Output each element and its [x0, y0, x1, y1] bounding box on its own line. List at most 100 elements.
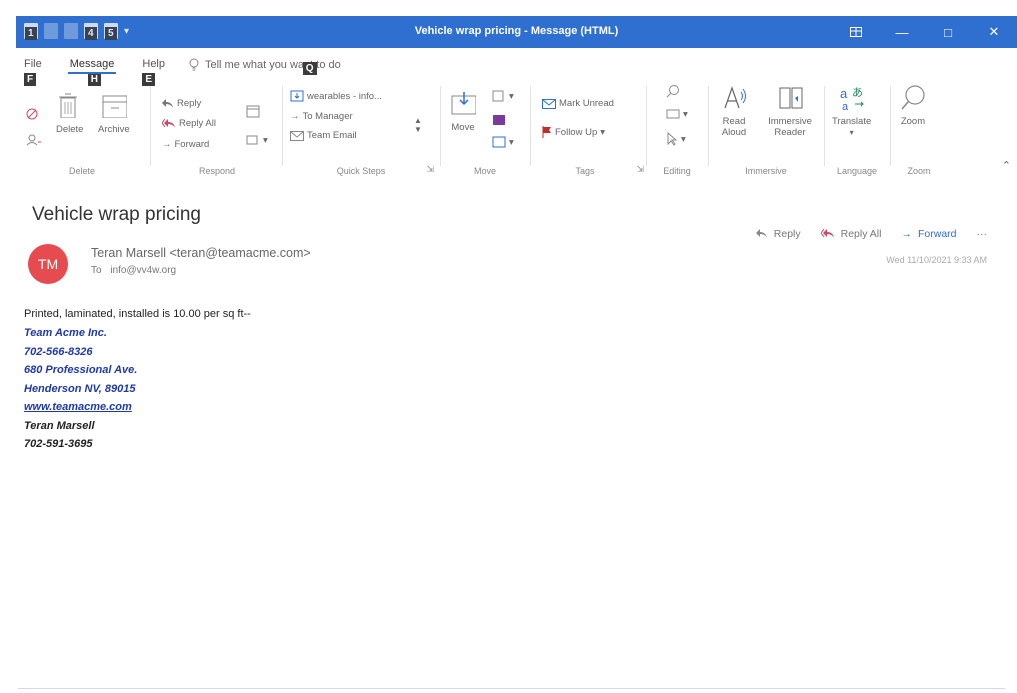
reply-all-button[interactable]: Reply All [162, 118, 216, 129]
ribbon-tabs: File F Message H Help E Tell me what you… [24, 58, 341, 86]
group-label-delete: Delete [68, 166, 95, 176]
tab-message[interactable]: Message H [67, 58, 117, 86]
maximize-button[interactable]: □ [925, 16, 971, 48]
ignore-icon[interactable] [26, 108, 38, 120]
translate-icon: a あa [840, 86, 864, 110]
move-label: Move [451, 122, 475, 133]
tab-file[interactable]: File F [24, 58, 42, 86]
tab-message-label: Message [69, 58, 115, 70]
signature-phone-2: 702-591-3695 [24, 438, 93, 450]
select-icon[interactable]: ▾ [666, 132, 686, 146]
svg-text:a: a [840, 86, 848, 101]
recipient-line: To info@vv4w.org [91, 265, 176, 276]
mark-unread-button[interactable]: Mark Unread [542, 98, 614, 109]
group-label-quick-steps: Quick Steps [336, 166, 386, 176]
quick-step-to-manager[interactable]: → To Manager [290, 111, 353, 122]
trash-icon [58, 93, 77, 118]
move-button[interactable]: Move [450, 90, 476, 133]
avatar-initials: TM [37, 256, 59, 272]
recipient-address[interactable]: info@vv4w.org [110, 265, 176, 276]
reply-icon [162, 98, 173, 108]
arrow-right-icon: → [290, 111, 300, 122]
group-label-editing: Editing [663, 166, 691, 176]
meeting-reply-icon[interactable] [246, 104, 260, 118]
collapse-ribbon-icon[interactable]: ⌃ [1002, 159, 1011, 172]
group-label-language: Language [836, 166, 878, 176]
svg-text:a: a [842, 101, 849, 110]
signature: Team Acme Inc. 702-566-8326 680 Professi… [24, 324, 251, 454]
avatar[interactable]: TM [28, 244, 68, 284]
read-aloud-button[interactable]: Read Aloud [718, 84, 750, 138]
minimize-button[interactable]: — [879, 16, 925, 48]
message-date: Wed 11/10/2021 9:33 AM [886, 255, 987, 265]
group-move: Move ▾ ▾ Move [444, 76, 526, 180]
message-body: Printed, laminated, installed is 10.00 p… [24, 308, 251, 454]
tell-me-text: Tell me what you want to do [205, 58, 341, 71]
translate-button[interactable]: aあa Translate ▾ [832, 84, 871, 138]
group-language: aあa Translate ▾ Language [828, 76, 886, 180]
more-actions-button[interactable]: ··· [977, 228, 988, 240]
archive-button[interactable]: Archive [98, 92, 130, 135]
to-label: To [91, 265, 102, 276]
find-icon[interactable] [666, 84, 680, 98]
signature-address-line1: 680 Professional Ave. [24, 364, 138, 376]
group-zoom: Zoom Zoom [894, 76, 944, 180]
quick-step-team-email[interactable]: Team Email [290, 130, 357, 141]
tab-file-label: File [24, 58, 42, 70]
quick-step-wearables-label: wearables - info... [307, 90, 382, 102]
message-forward-label: Forward [917, 228, 957, 240]
archive-icon [102, 95, 127, 118]
quick-steps-launcher-icon[interactable]: ⇲ [426, 164, 434, 175]
signature-website-link[interactable]: www.teamacme.com [24, 398, 251, 417]
forward-button[interactable]: → Forward [162, 139, 209, 150]
message-forward-button[interactable]: → Forward [901, 228, 956, 240]
quick-steps-scroll-icon[interactable]: ▲ ▼ [414, 116, 422, 134]
tab-help[interactable]: Help E [142, 58, 165, 86]
related-icon[interactable]: ▾ [666, 108, 688, 120]
group-label-zoom: Zoom [907, 166, 931, 176]
quick-step-wearables[interactable]: wearables - info... [290, 90, 382, 102]
close-button[interactable]: ✕ [971, 16, 1017, 48]
group-label-respond: Respond [198, 166, 236, 176]
delete-button[interactable]: Delete [56, 92, 83, 135]
ribbon-display-icon [850, 27, 862, 37]
reply-button[interactable]: Reply [162, 98, 201, 109]
lightbulb-icon [189, 58, 199, 71]
onenote-icon[interactable] [492, 114, 506, 126]
more-respond-icon[interactable]: ▾ [246, 134, 268, 146]
envelope-unread-icon [542, 98, 556, 109]
zoom-label: Zoom [900, 116, 926, 127]
follow-up-button[interactable]: Follow Up ▾ [542, 126, 605, 138]
group-quick-steps: wearables - info... → To Manager Team Em… [286, 76, 436, 180]
ribbon-display-options-button[interactable] [833, 16, 879, 48]
cleanup-icon[interactable] [26, 134, 42, 146]
reply-icon [755, 229, 767, 238]
move-folder-icon [451, 92, 476, 115]
signature-company: Team Acme Inc. [24, 327, 107, 339]
group-immersive: Read Aloud Immersive Reader Immersive [712, 76, 820, 180]
rules-icon[interactable]: ▾ [492, 90, 514, 102]
actions-icon[interactable]: ▾ [492, 136, 514, 148]
immersive-reader-button[interactable]: Immersive Reader [764, 84, 816, 138]
tags-launcher-icon[interactable]: ⇲ [636, 164, 644, 175]
message-reply-button[interactable]: Reply [755, 228, 801, 240]
tell-me-search[interactable]: Tell me what you want to do Q [189, 58, 341, 75]
forward-arrow-icon: → [162, 139, 172, 150]
title-bar: 1 4 5 ▾ Vehicle wrap pricing - Message (… [16, 16, 1017, 48]
group-label-move: Move [473, 166, 496, 176]
signature-name: Teran Marsell [24, 419, 95, 432]
reply-label: Reply [177, 98, 202, 109]
translate-label: Translate [832, 116, 872, 127]
zoom-button[interactable]: Zoom [900, 84, 926, 127]
follow-up-label: Follow Up [555, 126, 598, 138]
svg-text:あ: あ [852, 86, 863, 99]
reply-all-label: Reply All [179, 118, 216, 129]
magnifier-icon [901, 85, 925, 110]
message-reply-all-button[interactable]: Reply All [820, 228, 881, 240]
sender-name[interactable]: Teran Marsell <teran@teamacme.com> [91, 246, 311, 260]
delete-label: Delete [56, 124, 84, 135]
group-editing: ▾ ▾ Editing [650, 76, 704, 180]
group-respond: Reply Reply All → Forward ▾ Respond [154, 76, 280, 180]
tab-help-label: Help [142, 58, 165, 70]
forward-arrow-icon: → [901, 228, 912, 240]
